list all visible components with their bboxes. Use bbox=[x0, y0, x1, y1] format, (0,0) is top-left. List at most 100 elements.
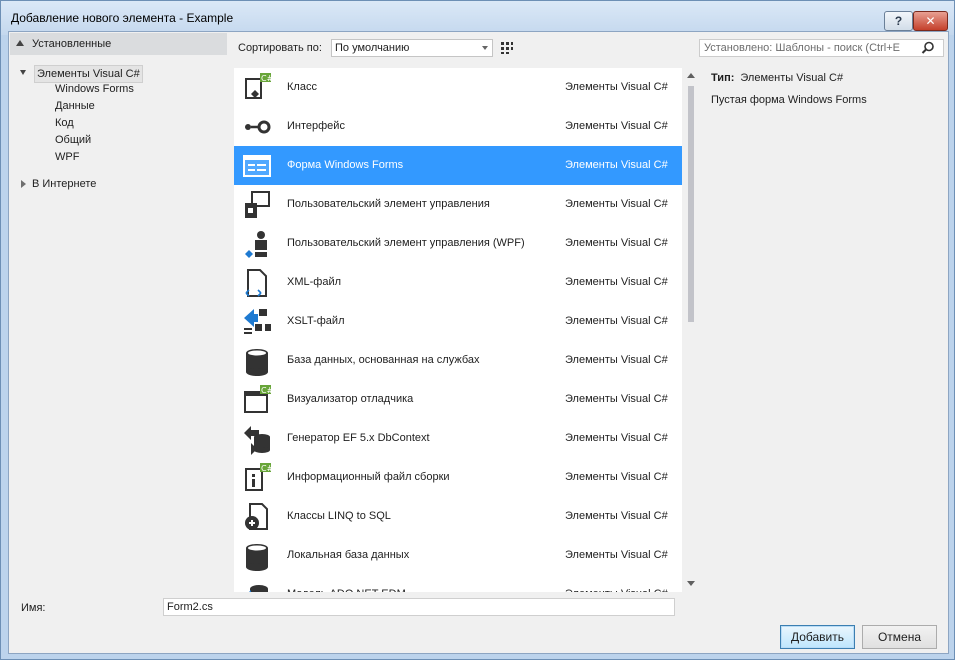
help-button[interactable]: ? bbox=[884, 11, 913, 31]
template-name: XSLT-файл bbox=[287, 315, 345, 327]
assembly-info-icon: C# bbox=[245, 463, 273, 491]
tree-item-windows-forms[interactable]: Windows Forms bbox=[55, 83, 134, 95]
template-category: Элементы Visual C# bbox=[565, 120, 668, 132]
template-search-input[interactable]: Установлено: Шаблоны - поиск (Ctrl+E bbox=[699, 39, 944, 57]
scroll-down-icon[interactable] bbox=[687, 581, 695, 586]
bottom-bar: Имя: Form2.cs Добавить Отмена bbox=[9, 593, 948, 653]
dialog-body: Установленные Элементы Visual C# Windows… bbox=[8, 31, 949, 654]
type-line: Тип: Элементы Visual C# bbox=[711, 72, 843, 84]
template-row[interactable]: Генератор EF 5.x DbContext Элементы Visua… bbox=[234, 419, 682, 458]
template-row[interactable]: Интерфейс Элементы Visual C# bbox=[234, 107, 682, 146]
template-row[interactable]: База данных, основанная на службах Элемен… bbox=[234, 341, 682, 380]
database-icon bbox=[246, 349, 268, 376]
template-category: Элементы Visual C# bbox=[565, 471, 668, 483]
template-row[interactable]: Модель ADO.NET EDM Элементы Visual C# bbox=[234, 575, 682, 592]
name-field[interactable]: Form2.cs bbox=[163, 598, 675, 616]
class-icon: C# bbox=[245, 73, 273, 99]
template-row[interactable]: C# Класс Элементы Visual C# bbox=[234, 68, 682, 107]
tree-item-visual-csharp[interactable]: Элементы Visual C# bbox=[34, 65, 143, 83]
template-category: Элементы Visual C# bbox=[565, 159, 668, 171]
debugger-visualizer-icon: C# bbox=[244, 385, 273, 413]
search-placeholder: Установлено: Шаблоны - поиск (Ctrl+E bbox=[704, 42, 900, 54]
item-description: Пустая форма Windows Forms bbox=[711, 94, 867, 106]
tree-item-online[interactable]: В Интернете bbox=[32, 178, 96, 190]
installed-header[interactable]: Установленные bbox=[10, 33, 227, 55]
list-scrollbar[interactable] bbox=[684, 68, 698, 592]
name-field-value: Form2.cs bbox=[167, 601, 213, 613]
chevron-down-icon bbox=[482, 46, 488, 50]
search-icon[interactable] bbox=[921, 41, 935, 55]
wpf-user-control-icon bbox=[245, 231, 267, 258]
sort-select-value: По умолчанию bbox=[335, 42, 410, 54]
type-label: Тип: bbox=[711, 72, 735, 84]
title-bar: Добавление нового элемента - Example ? ✕ bbox=[1, 1, 954, 35]
collapse-arrow-icon[interactable] bbox=[16, 40, 24, 46]
installed-header-label: Установленные bbox=[32, 38, 112, 50]
template-name: Визуализатор отладчика bbox=[287, 393, 414, 405]
template-name: База данных, основанная на службах bbox=[287, 354, 480, 366]
template-row[interactable]: Пользовательский элемент управления Элеме… bbox=[234, 185, 682, 224]
template-category: Элементы Visual C# bbox=[565, 588, 668, 592]
template-row[interactable]: Классы LINQ to SQL Элементы Visual C# bbox=[234, 497, 682, 536]
tree-item-data[interactable]: Данные bbox=[55, 100, 95, 112]
template-name: Классы LINQ to SQL bbox=[287, 510, 391, 522]
template-row[interactable]: Пользовательский элемент управления (WPF… bbox=[234, 224, 682, 263]
template-name: Форма Windows Forms bbox=[287, 159, 404, 171]
template-category: Элементы Visual C# bbox=[565, 432, 668, 444]
tree-item-general[interactable]: Общий bbox=[55, 134, 91, 146]
ado-model-icon bbox=[249, 585, 268, 592]
template-name: Генератор EF 5.x DbContext bbox=[287, 432, 430, 444]
template-name: Класс bbox=[287, 81, 317, 93]
linq-icon bbox=[245, 503, 268, 530]
template-category: Элементы Visual C# bbox=[565, 81, 668, 93]
interface-icon bbox=[245, 120, 271, 134]
xml-file-icon bbox=[245, 269, 267, 297]
template-category: Элементы Visual C# bbox=[565, 276, 668, 288]
close-icon: ✕ bbox=[925, 14, 936, 28]
name-label: Имя: bbox=[21, 602, 46, 614]
template-category: Элементы Visual C# bbox=[565, 393, 668, 405]
template-category: Элементы Visual C# bbox=[565, 198, 668, 210]
tree-item-wpf[interactable]: WPF bbox=[55, 151, 79, 163]
xslt-file-icon bbox=[244, 309, 271, 334]
type-value: Элементы Visual C# bbox=[740, 72, 844, 84]
template-row[interactable]: XML-файл Элементы Visual C# bbox=[234, 263, 682, 302]
window-title: Добавление нового элемента - Example bbox=[11, 11, 234, 25]
tree-item-code[interactable]: Код bbox=[55, 117, 74, 129]
sort-select[interactable]: По умолчанию bbox=[331, 39, 493, 57]
add-button[interactable]: Добавить bbox=[780, 625, 855, 649]
template-name: XML-файл bbox=[287, 276, 342, 288]
template-category: Элементы Visual C# bbox=[565, 549, 668, 561]
template-row[interactable]: Локальная база данных Элементы Visual C# bbox=[234, 536, 682, 575]
close-button[interactable]: ✕ bbox=[913, 11, 948, 31]
template-row[interactable]: C# Информационный файл сборки Элементы Vis… bbox=[234, 458, 682, 497]
ef-generator-icon bbox=[244, 426, 270, 455]
scroll-up-icon[interactable] bbox=[687, 73, 695, 78]
sort-label: Сортировать по: bbox=[238, 42, 322, 54]
template-category: Элементы Visual C# bbox=[565, 510, 668, 522]
svg-text:C#: C# bbox=[261, 386, 273, 395]
form-icon bbox=[243, 155, 271, 177]
template-tree: Установленные Элементы Visual C# Windows… bbox=[9, 32, 228, 592]
medium-icons-view-button[interactable] bbox=[497, 38, 517, 58]
svg-text:C#: C# bbox=[261, 74, 273, 83]
svg-text:C#: C# bbox=[261, 464, 273, 473]
cancel-button[interactable]: Отмена bbox=[862, 625, 937, 649]
user-control-icon bbox=[245, 191, 270, 218]
template-name: Пользовательский элемент управления bbox=[287, 198, 490, 210]
expand-arrow-icon[interactable] bbox=[20, 70, 26, 75]
template-row[interactable]: C# Визуализатор отладчика Элементы Visual … bbox=[234, 380, 682, 419]
template-category: Элементы Visual C# bbox=[565, 237, 668, 249]
expand-right-arrow-icon[interactable] bbox=[21, 180, 26, 188]
template-name: Информационный файл сборки bbox=[287, 471, 450, 483]
template-list: C# Класс Элементы Visual C# Интерфейс Элемен… bbox=[234, 68, 682, 592]
template-name: Локальная база данных bbox=[287, 549, 410, 561]
template-name: Пользовательский элемент управления (WPF… bbox=[287, 237, 525, 249]
template-row[interactable]: Форма Windows Forms Элементы Visual C# bbox=[234, 146, 682, 185]
add-new-item-dialog: Добавление нового элемента - Example ? ✕… bbox=[0, 0, 955, 660]
scrollbar-thumb[interactable] bbox=[688, 86, 694, 322]
help-icon: ? bbox=[894, 14, 903, 28]
local-database-icon bbox=[246, 544, 268, 571]
template-row[interactable]: XSLT-файл Элементы Visual C# bbox=[234, 302, 682, 341]
template-category: Элементы Visual C# bbox=[565, 315, 668, 327]
